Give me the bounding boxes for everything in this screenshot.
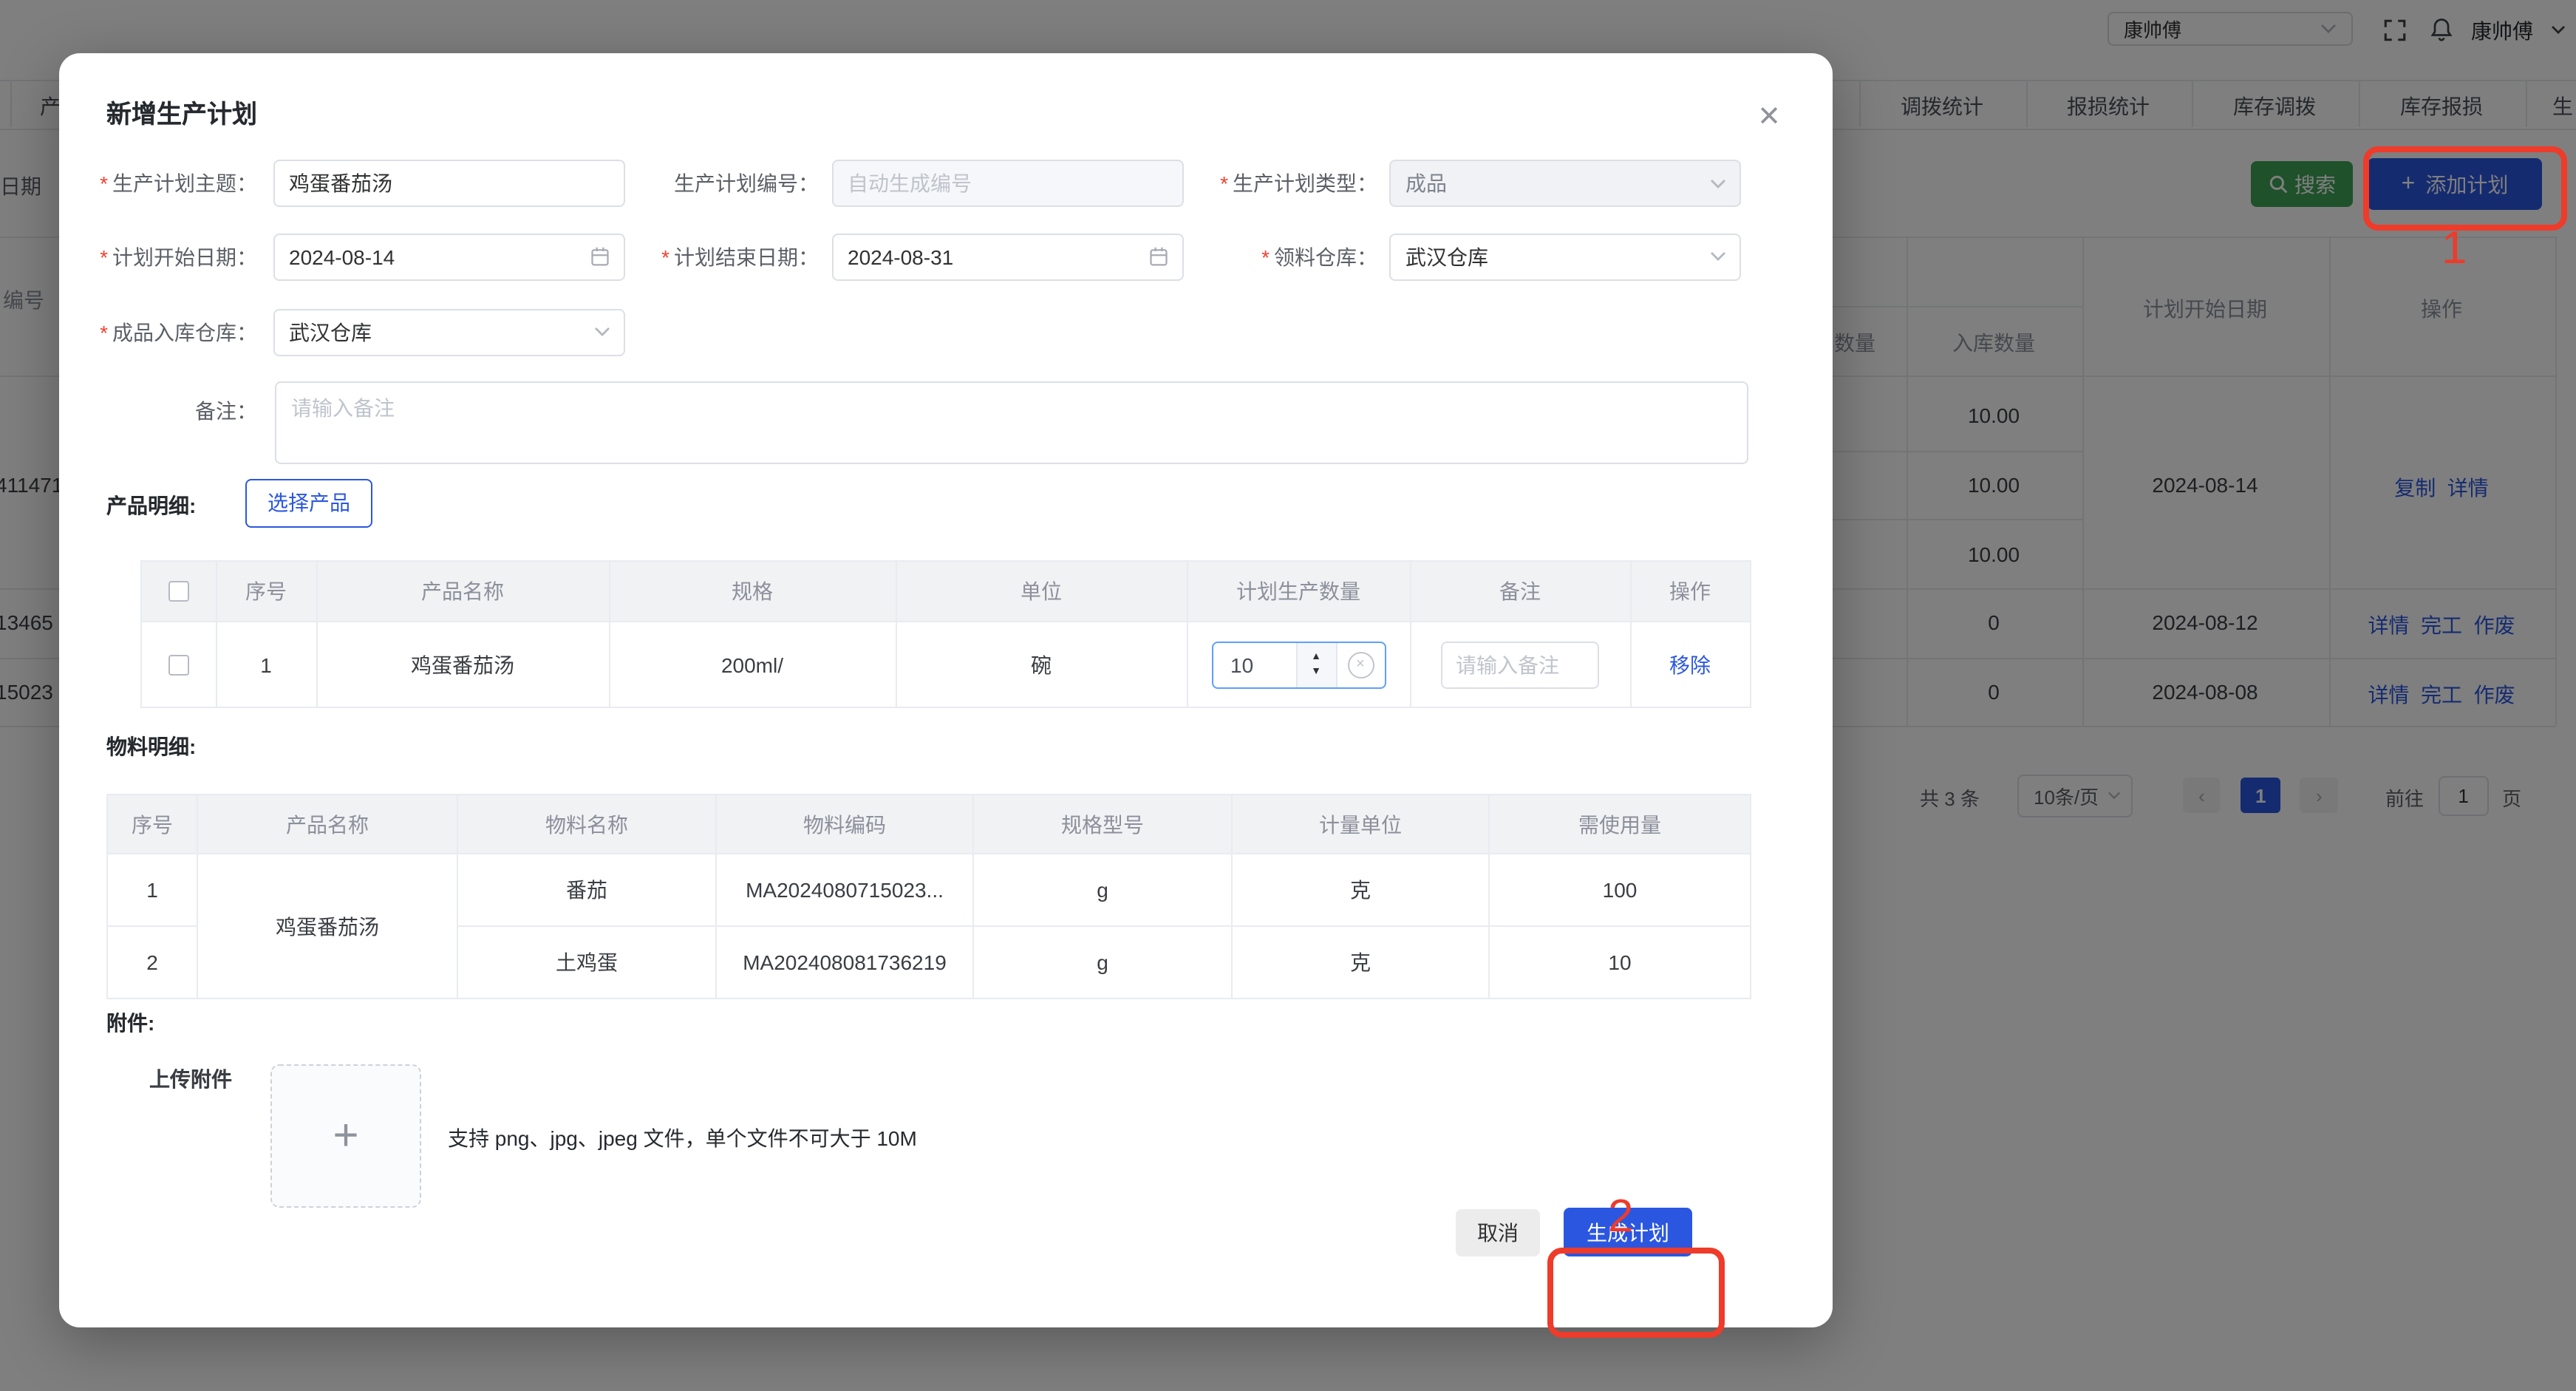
remove-link[interactable]: 移除 xyxy=(1669,650,1711,679)
upload-label: 上传附件 xyxy=(149,1064,232,1094)
select-all-checkbox[interactable] xyxy=(168,581,188,602)
quantity-stepper[interactable]: 10 ▲ ▼ × xyxy=(1211,641,1386,688)
material-cell-index: 2 xyxy=(108,927,198,999)
product-col-index: 序号 xyxy=(217,562,317,622)
material-col-spec: 规格型号 xyxy=(974,795,1233,854)
material-col-index: 序号 xyxy=(108,795,198,854)
product-col-spec: 规格 xyxy=(610,562,896,622)
material-col-product: 产品名称 xyxy=(198,795,458,854)
product-warehouse-select[interactable]: 武汉仓库 xyxy=(273,308,624,356)
material-cell-unit: 克 xyxy=(1233,927,1490,999)
calendar-icon xyxy=(589,245,610,268)
material-cell-qty: 10 xyxy=(1490,927,1751,999)
stepper-controls: ▲ ▼ xyxy=(1295,642,1337,687)
material-cell-code: MA2024080715023... xyxy=(717,854,974,927)
required-asterisk: * xyxy=(1261,245,1270,268)
product-col-operation: 操作 xyxy=(1631,562,1751,622)
product-cell-name: 鸡蛋番茄汤 xyxy=(317,622,610,708)
product-cell-unit: 碗 xyxy=(896,622,1188,708)
plan-no-label: 生产计划编号： xyxy=(621,160,819,207)
product-cell-remark xyxy=(1411,622,1631,708)
cancel-button[interactable]: 取消 xyxy=(1456,1209,1540,1256)
material-cell-code: MA202408081736219 xyxy=(717,927,974,999)
material-col-unit: 计量单位 xyxy=(1233,795,1490,854)
material-col-name: 物料名称 xyxy=(458,795,717,854)
product-section-label: 产品明细: xyxy=(106,491,196,520)
material-col-code: 物料编码 xyxy=(717,795,974,854)
product-col-name: 产品名称 xyxy=(317,562,610,622)
plan-type-label: * 生产计划类型： xyxy=(1176,160,1377,207)
annotation-number-1: 1 xyxy=(2442,222,2467,275)
material-warehouse-label: * 领料仓库： xyxy=(1176,233,1377,280)
chevron-down-icon xyxy=(1710,178,1726,188)
row-select-cell xyxy=(141,622,217,708)
material-warehouse-value: 武汉仓库 xyxy=(1405,242,1488,271)
material-cell-unit: 克 xyxy=(1233,854,1490,927)
row-remark-input[interactable] xyxy=(1441,641,1599,688)
annotation-number-2: 2 xyxy=(1608,1190,1634,1243)
subject-input[interactable] xyxy=(273,160,624,207)
stepper-down-icon[interactable]: ▼ xyxy=(1311,667,1321,677)
start-date-value: 2024-08-14 xyxy=(289,245,395,268)
annotation-box-2 xyxy=(1547,1248,1724,1337)
material-cell-spec: g xyxy=(974,854,1233,927)
product-cell-operation: 移除 xyxy=(1631,622,1751,708)
material-table: 序号 产品名称 物料名称 物料编码 规格型号 计量单位 需使用量 1 鸡蛋番茄汤… xyxy=(106,794,1751,999)
product-cell-spec: 200ml/ xyxy=(610,622,896,708)
plan-type-value: 成品 xyxy=(1405,169,1447,198)
close-icon[interactable]: ✕ xyxy=(1751,99,1787,135)
calendar-icon xyxy=(1148,245,1168,268)
start-date-input[interactable]: 2024-08-14 xyxy=(273,233,624,280)
remark-label: 备注： xyxy=(59,387,257,435)
required-asterisk: * xyxy=(1220,171,1228,195)
upload-attachment-button[interactable]: + xyxy=(270,1064,421,1208)
remark-textarea[interactable] xyxy=(275,381,1748,463)
end-date-input[interactable]: 2024-08-31 xyxy=(831,233,1183,280)
chevron-down-icon xyxy=(1710,251,1726,262)
material-section-label: 物料明细: xyxy=(106,732,196,761)
quantity-value: 10 xyxy=(1213,653,1295,676)
material-cell-product-merged: 鸡蛋番茄汤 xyxy=(198,854,458,999)
add-plan-modal: 新增生产计划 ✕ * 生产计划主题： 生产计划编号： * 生产计划类型： 成品 … xyxy=(59,53,1833,1327)
material-cell-name: 番茄 xyxy=(458,854,717,927)
subject-label: * 生产计划主题： xyxy=(59,160,257,207)
material-cell-name: 土鸡蛋 xyxy=(458,927,717,999)
plan-no-input xyxy=(831,160,1183,207)
upload-plus-icon: + xyxy=(333,1111,358,1161)
modal-title: 新增生产计划 xyxy=(106,93,257,130)
clear-icon[interactable]: × xyxy=(1347,651,1374,678)
material-cell-spec: g xyxy=(974,927,1233,999)
required-asterisk: * xyxy=(100,171,108,195)
material-cell-index: 1 xyxy=(108,854,198,927)
required-asterisk: * xyxy=(100,320,108,344)
product-col-remark: 备注 xyxy=(1411,562,1631,622)
end-date-value: 2024-08-31 xyxy=(848,245,953,268)
plan-type-select: 成品 xyxy=(1389,160,1741,207)
product-warehouse-value: 武汉仓库 xyxy=(289,317,372,347)
start-date-label: * 计划开始日期： xyxy=(59,233,257,280)
attachment-section-label: 附件: xyxy=(106,1008,154,1038)
select-product-button[interactable]: 选择产品 xyxy=(245,478,372,528)
row-checkbox[interactable] xyxy=(168,654,188,675)
app-stage: 康帅傅 康帅傅 产 调拨统计 报损统计 库存调拨 xyxy=(0,0,2576,1391)
product-col-qty: 计划生产数量 xyxy=(1188,562,1411,622)
material-col-qty: 需使用量 xyxy=(1490,795,1751,854)
select-all-cell xyxy=(141,562,217,622)
material-cell-qty: 100 xyxy=(1490,854,1751,927)
chevron-down-icon xyxy=(593,327,610,337)
end-date-label: * 计划结束日期： xyxy=(621,233,819,280)
annotation-box-1 xyxy=(2363,146,2566,230)
product-cell-qty: 10 ▲ ▼ × xyxy=(1188,622,1411,708)
stepper-up-icon[interactable]: ▲ xyxy=(1311,652,1321,662)
material-warehouse-select[interactable]: 武汉仓库 xyxy=(1389,233,1741,280)
screenshot-viewport: 康帅傅 康帅傅 产 调拨统计 报损统计 库存调拨 xyxy=(0,0,2576,1391)
upload-hint: 支持 png、jpg、jpeg 文件，单个文件不可大于 10M xyxy=(448,1123,917,1153)
required-asterisk: * xyxy=(661,245,669,268)
product-cell-index: 1 xyxy=(217,622,317,708)
product-table: 序号 产品名称 规格 单位 计划生产数量 备注 操作 1 鸡蛋番茄汤 200ml… xyxy=(140,560,1751,708)
product-warehouse-label: * 成品入库仓库： xyxy=(59,308,257,356)
required-asterisk: * xyxy=(100,245,108,268)
product-col-unit: 单位 xyxy=(896,562,1188,622)
